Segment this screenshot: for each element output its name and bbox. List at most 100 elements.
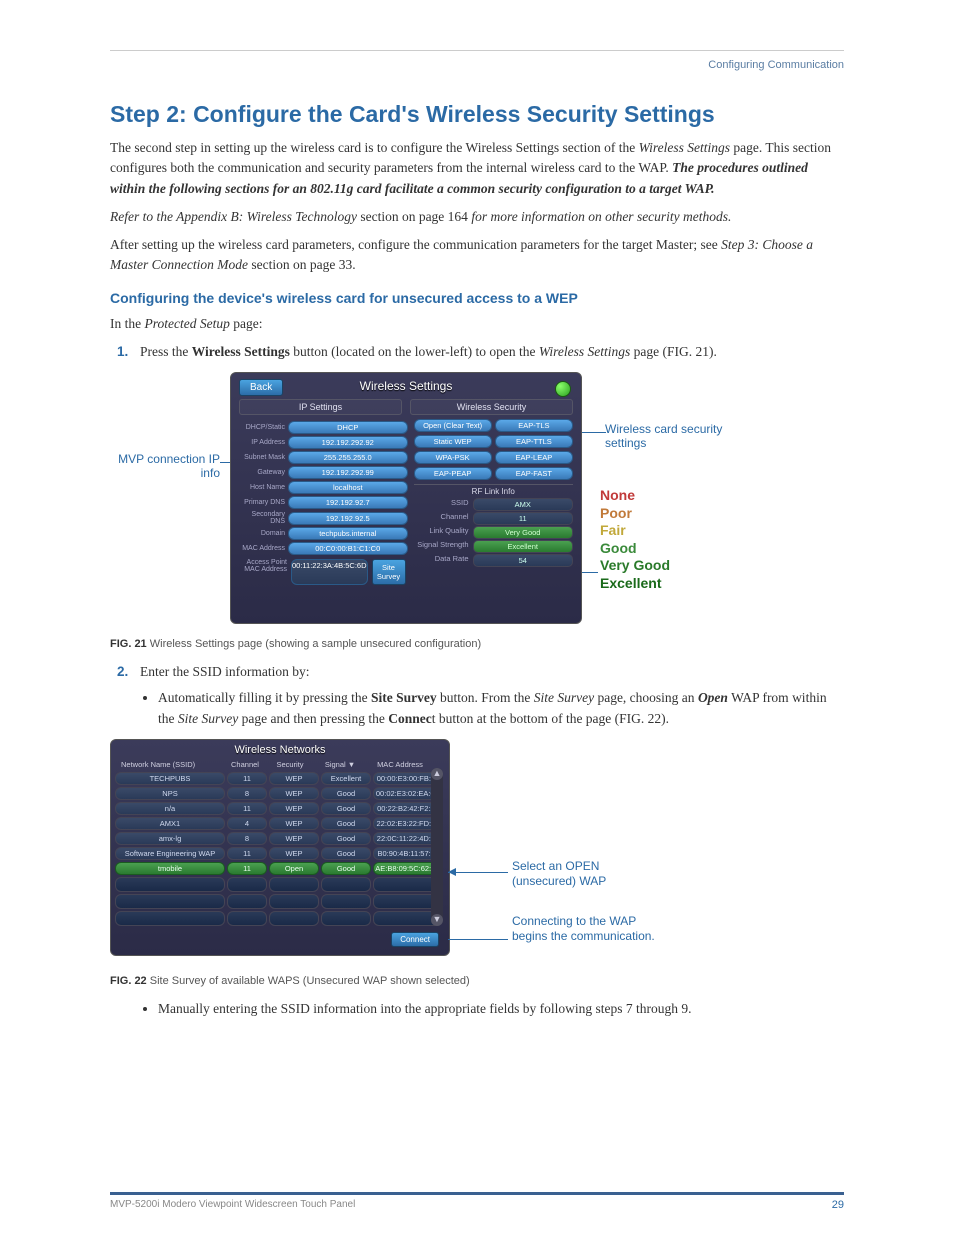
ip-value[interactable]: 192.192.92.5 bbox=[288, 512, 408, 525]
security-mode-button[interactable]: EAP-PEAP bbox=[414, 467, 492, 480]
rf-value: Excellent bbox=[473, 540, 574, 553]
networks-title: Wireless Networks bbox=[111, 740, 449, 758]
rf-label: Data Rate bbox=[414, 554, 473, 567]
security-mode-button[interactable]: EAP-LEAP bbox=[495, 451, 573, 464]
network-cell: 8 bbox=[227, 832, 267, 845]
scroll-up-icon[interactable]: ▲ bbox=[431, 768, 443, 780]
security-mode-button[interactable]: EAP-TTLS bbox=[495, 435, 573, 448]
network-cell: WEP bbox=[269, 832, 319, 845]
step-2-bullet-auto: Automatically filling it by pressing the… bbox=[158, 688, 844, 729]
step-2-bullet-manual: Manually entering the SSID information i… bbox=[158, 999, 844, 1019]
site-survey-button[interactable]: Site Survey bbox=[372, 559, 406, 585]
ip-value[interactable]: localhost bbox=[288, 481, 408, 494]
wireless-security-header: Wireless Security bbox=[410, 399, 573, 415]
fig21-caption: FIG. 21 Wireless Settings page (showing … bbox=[110, 638, 844, 650]
ip-value[interactable]: 255.255.255.0 bbox=[288, 451, 408, 464]
ip-label: IP Address bbox=[239, 439, 288, 446]
security-mode-button[interactable]: EAP-TLS bbox=[495, 419, 573, 432]
security-mode-button[interactable]: WPA-PSK bbox=[414, 451, 492, 464]
ap-mac-value[interactable]: 00:11:22:3A:4B:5C:6D bbox=[291, 559, 368, 585]
ip-row: MAC Address00:C0:00:B1:C1:C0 bbox=[239, 542, 408, 555]
ip-label: Subnet Mask bbox=[239, 454, 288, 461]
scroll-down-icon[interactable]: ▼ bbox=[431, 914, 443, 926]
ip-row: Secondary DNS192.192.92.5 bbox=[239, 511, 408, 525]
network-cell: WEP bbox=[269, 817, 319, 830]
section-header: Configuring Communication bbox=[110, 59, 844, 71]
ip-settings-header: IP Settings bbox=[239, 399, 402, 415]
network-cell: n/a bbox=[115, 802, 225, 815]
connecting-annotation: Connecting to the WAP begins the communi… bbox=[512, 914, 662, 945]
after-paragraph: After setting up the wireless card param… bbox=[110, 235, 844, 276]
figure-21: MVP connection IP info Wireless card sec… bbox=[110, 372, 844, 632]
col-signal[interactable]: Signal ▼ bbox=[315, 760, 365, 769]
step-heading: Step 2: Configure the Card's Wireless Se… bbox=[110, 101, 844, 128]
connect-button[interactable]: Connect bbox=[391, 932, 439, 947]
security-mode-button[interactable]: EAP-FAST bbox=[495, 467, 573, 480]
network-cell: Excellent bbox=[321, 772, 371, 785]
network-row[interactable]: NPS8WEPGood00:02:E3:02:EA:0D bbox=[111, 786, 433, 801]
ip-row: Gateway192.192.292.99 bbox=[239, 466, 408, 479]
panel-title: Wireless Settings bbox=[231, 373, 581, 395]
ip-value[interactable]: techpubs.internal bbox=[288, 527, 408, 540]
figure-22: Wireless Networks Network Name (SSID) Ch… bbox=[110, 739, 844, 969]
col-mac: MAC Address bbox=[365, 760, 435, 769]
ip-row: Domaintechpubs.internal bbox=[239, 527, 408, 540]
network-cell: WEP bbox=[269, 802, 319, 815]
rf-value: Very Good bbox=[473, 526, 574, 539]
scrollbar[interactable]: ▲ ▼ bbox=[431, 768, 443, 926]
network-cell: 11 bbox=[227, 862, 267, 875]
network-cell: WEP bbox=[269, 772, 319, 785]
ip-row: Subnet Mask255.255.255.0 bbox=[239, 451, 408, 464]
rf-label: Channel bbox=[414, 512, 473, 525]
back-button[interactable]: Back bbox=[239, 379, 283, 396]
network-cell: WEP bbox=[269, 847, 319, 860]
col-security: Security bbox=[265, 760, 315, 769]
network-row[interactable]: tmobile11OpenGoodAE:B8:09:5C:62:D9 bbox=[111, 861, 433, 876]
rf-value: 54 bbox=[473, 554, 574, 567]
network-row[interactable]: n/a11WEPGood00:22:B2:42:F2:22 bbox=[111, 801, 433, 816]
network-row[interactable]: Software Engineering WAP11WEPGoodB0:90:4… bbox=[111, 846, 433, 861]
ip-value[interactable]: DHCP bbox=[288, 421, 408, 434]
security-settings-label: Wireless card security settings bbox=[605, 422, 725, 450]
network-cell: AMX1 bbox=[115, 817, 225, 830]
network-cell: 11 bbox=[227, 802, 267, 815]
network-cell: Software Engineering WAP bbox=[115, 847, 225, 860]
step-1: Press the Wireless Settings button (loca… bbox=[132, 342, 844, 362]
network-cell: 11 bbox=[227, 847, 267, 860]
security-mode-button[interactable]: Static WEP bbox=[414, 435, 492, 448]
network-row-empty bbox=[111, 910, 433, 927]
security-mode-button[interactable]: Open (Clear Text) bbox=[414, 419, 492, 432]
mvp-connection-label: MVP connection IP info bbox=[110, 452, 220, 480]
network-cell: Good bbox=[321, 817, 371, 830]
network-cell: Good bbox=[321, 787, 371, 800]
ip-label: Gateway bbox=[239, 469, 288, 476]
fig22-caption: FIG. 22 Site Survey of available WAPS (U… bbox=[110, 975, 844, 987]
product-name: MVP-5200i Modero Viewpoint Widescreen To… bbox=[110, 1199, 355, 1211]
network-row[interactable]: AMX14WEPGood22:02:E3:22:FD:22 bbox=[111, 816, 433, 831]
setup-paragraph: In the Protected Setup page: bbox=[110, 314, 844, 334]
rf-label: SSID bbox=[414, 498, 473, 511]
page-footer: MVP-5200i Modero Viewpoint Widescreen To… bbox=[110, 1192, 844, 1211]
network-cell: Open bbox=[269, 862, 319, 875]
ip-settings-column: DHCP/StaticDHCPIP Address192.192.292.92S… bbox=[239, 419, 408, 585]
ip-label: Host Name bbox=[239, 484, 288, 491]
ip-label: Primary DNS bbox=[239, 499, 288, 506]
intro-paragraph: The second step in setting up the wirele… bbox=[110, 138, 844, 199]
refer-paragraph: Refer to the Appendix B: Wireless Techno… bbox=[110, 207, 844, 227]
ip-value[interactable]: 00:C0:00:B1:C1:C0 bbox=[288, 542, 408, 555]
ip-value[interactable]: 192.192.292.92 bbox=[288, 436, 408, 449]
quality-scale: None Poor Fair Good Very Good Excellent bbox=[600, 487, 670, 592]
security-column: Open (Clear Text)EAP-TLSStatic WEPEAP-TT… bbox=[414, 419, 574, 585]
network-cell: 8 bbox=[227, 787, 267, 800]
subheading: Configuring the device's wireless card f… bbox=[110, 290, 844, 306]
network-row[interactable]: TECHPUBS11WEPExcellent00:00:E3:00:FB:26 bbox=[111, 771, 433, 786]
network-row[interactable]: amx-lg8WEPGood22:0C:11:22:4D:90 bbox=[111, 831, 433, 846]
ip-value[interactable]: 192.192.292.99 bbox=[288, 466, 408, 479]
network-cell: Good bbox=[321, 832, 371, 845]
network-cell: 4 bbox=[227, 817, 267, 830]
rf-link-header: RF Link Info bbox=[414, 484, 574, 496]
ip-row: Primary DNS192.192.92.7 bbox=[239, 496, 408, 509]
ip-value[interactable]: 192.192.92.7 bbox=[288, 496, 408, 509]
rf-value: 11 bbox=[473, 512, 574, 525]
network-cell: NPS bbox=[115, 787, 225, 800]
